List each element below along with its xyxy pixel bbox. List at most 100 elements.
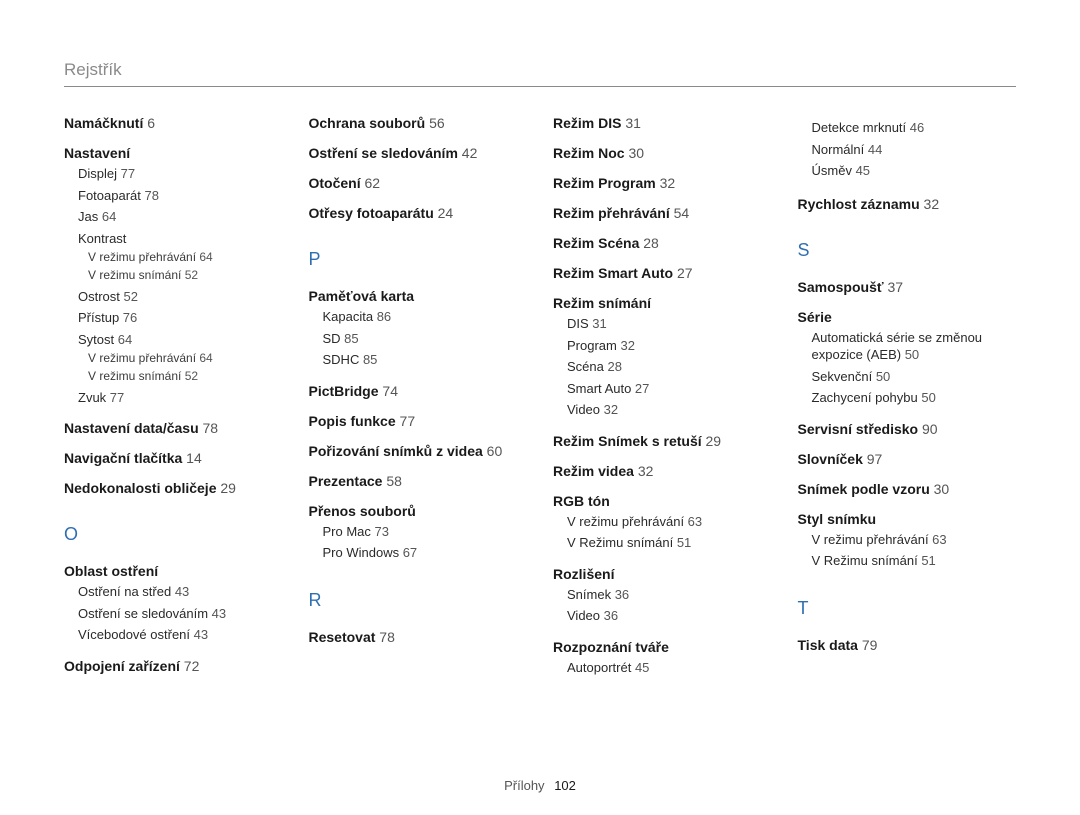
index-subentry: Ostření na střed 43 bbox=[78, 583, 283, 601]
index-entry: Otřesy fotoaparátu 24 bbox=[309, 205, 528, 221]
entry-text: Přístup bbox=[78, 310, 119, 325]
entry-text: Ostření na střed bbox=[78, 584, 171, 599]
entry-text: Oblast ostření bbox=[64, 563, 158, 579]
entry-text: Režim přehrávání bbox=[553, 205, 670, 221]
entry-text: Rozlišení bbox=[553, 566, 614, 582]
index-subentry: Snímek 36 bbox=[567, 586, 772, 604]
entry-text: Video bbox=[567, 608, 600, 623]
entry-text: Sekvenční bbox=[812, 369, 873, 384]
index-subsubentry: V režimu přehrávání 64 bbox=[88, 350, 283, 366]
index-entry: Otočení 62 bbox=[309, 175, 528, 191]
index-section-letter: P bbox=[309, 249, 528, 270]
entry-text: Video bbox=[567, 402, 600, 417]
page-header: Rejstřík bbox=[64, 60, 1016, 87]
index-entry: Režim Noc 30 bbox=[553, 145, 772, 161]
entry-text: Displej bbox=[78, 166, 117, 181]
index-subentry: Ostření se sledováním 43 bbox=[78, 605, 283, 623]
entry-text: Rozpoznání tváře bbox=[553, 639, 669, 655]
index-subentry: Detekce mrknutí 46 bbox=[812, 119, 1017, 137]
index-column-4: Detekce mrknutí 46Normální 44Úsměv 45Ryc… bbox=[798, 115, 1017, 690]
entry-text: V režimu přehrávání bbox=[88, 351, 196, 365]
entry-page: 29 bbox=[702, 433, 721, 449]
page-footer: Přílohy 102 bbox=[0, 778, 1080, 793]
index-entry: Resetovat 78 bbox=[309, 629, 528, 645]
index-subentry: SD 85 bbox=[323, 330, 528, 348]
index-entry: Ostření se sledováním 42 bbox=[309, 145, 528, 161]
entry-text: Smart Auto bbox=[567, 381, 631, 396]
index-entry: Série bbox=[798, 309, 1017, 325]
entry-text: V Režimu snímání bbox=[567, 535, 673, 550]
entry-page: 52 bbox=[120, 289, 138, 304]
index-subentry: V režimu přehrávání 63 bbox=[567, 513, 772, 531]
entry-page: 90 bbox=[918, 421, 937, 437]
index-entry: Režim Scéna 28 bbox=[553, 235, 772, 251]
entry-text: Otočení bbox=[309, 175, 361, 191]
index-subentry: Vícebodové ostření 43 bbox=[78, 626, 283, 644]
entry-page: 85 bbox=[359, 352, 377, 367]
footer-label: Přílohy bbox=[504, 778, 544, 793]
index-section-letter: R bbox=[309, 590, 528, 611]
entry-page: 78 bbox=[375, 629, 394, 645]
entry-page: 85 bbox=[341, 331, 359, 346]
index-section-letter: T bbox=[798, 598, 1017, 619]
index-section-letter: O bbox=[64, 524, 283, 545]
entry-text: V režimu přehrávání bbox=[567, 514, 684, 529]
entry-text: Vícebodové ostření bbox=[78, 627, 190, 642]
entry-page: 50 bbox=[901, 347, 919, 362]
index-entry: Ochrana souborů 56 bbox=[309, 115, 528, 131]
entry-text: Režim Smart Auto bbox=[553, 265, 673, 281]
entry-page: 32 bbox=[920, 196, 939, 212]
entry-text: Ochrana souborů bbox=[309, 115, 426, 131]
entry-page: 62 bbox=[361, 175, 380, 191]
index-entry: PictBridge 74 bbox=[309, 383, 528, 399]
entry-page: 56 bbox=[425, 115, 444, 131]
entry-page: 32 bbox=[617, 338, 635, 353]
entry-page: 31 bbox=[621, 115, 640, 131]
entry-page: 36 bbox=[611, 587, 629, 602]
entry-page: 28 bbox=[604, 359, 622, 374]
index-entry: Tisk data 79 bbox=[798, 637, 1017, 653]
index-entry: Pořizování snímků z videa 60 bbox=[309, 443, 528, 459]
entry-page: 24 bbox=[434, 205, 453, 221]
entry-page: 27 bbox=[631, 381, 649, 396]
entry-page: 36 bbox=[600, 608, 618, 623]
entry-text: Otřesy fotoaparátu bbox=[309, 205, 434, 221]
entry-page: 30 bbox=[625, 145, 644, 161]
entry-text: V režimu snímání bbox=[88, 369, 181, 383]
entry-page: 77 bbox=[117, 166, 135, 181]
index-entry: Nastavení data/času 78 bbox=[64, 420, 283, 436]
index-column-1: Namáčknutí 6NastaveníDisplej 77Fotoapará… bbox=[64, 115, 283, 690]
index-subentry: Kapacita 86 bbox=[323, 308, 528, 326]
entry-text: Snímek podle vzoru bbox=[798, 481, 930, 497]
entry-text: Automatická série se změnou expozice (AE… bbox=[812, 330, 983, 363]
index-subentry: SDHC 85 bbox=[323, 351, 528, 369]
entry-text: RGB tón bbox=[553, 493, 610, 509]
entry-page: 31 bbox=[589, 316, 607, 331]
index-entry: Rychlost záznamu 32 bbox=[798, 196, 1017, 212]
entry-page: 43 bbox=[208, 606, 226, 621]
index-column-3: Režim DIS 31Režim Noc 30Režim Program 32… bbox=[553, 115, 772, 690]
entry-page: 29 bbox=[216, 480, 235, 496]
entry-page: 79 bbox=[858, 637, 877, 653]
index-subentry: Jas 64 bbox=[78, 208, 283, 226]
index-column-2: Ochrana souborů 56 Ostření se sledováním … bbox=[309, 115, 528, 690]
entry-text: Zachycení pohybu bbox=[812, 390, 918, 405]
index-subentry: Autoportrét 45 bbox=[567, 659, 772, 677]
entry-text: V Režimu snímání bbox=[812, 553, 918, 568]
index-entry: Režim Program 32 bbox=[553, 175, 772, 191]
entry-page: 42 bbox=[458, 145, 477, 161]
entry-page: 32 bbox=[656, 175, 675, 191]
entry-text: Rychlost záznamu bbox=[798, 196, 920, 212]
entry-text: DIS bbox=[567, 316, 589, 331]
entry-page: 28 bbox=[639, 235, 658, 251]
entry-page: 86 bbox=[373, 309, 391, 324]
entry-text: Zvuk bbox=[78, 390, 106, 405]
entry-page: 77 bbox=[106, 390, 124, 405]
index-subsubentry: V režimu snímání 52 bbox=[88, 267, 283, 283]
index-entry: Rozpoznání tváře bbox=[553, 639, 772, 655]
entry-page: 45 bbox=[631, 660, 649, 675]
index-entry: Režim Snímek s retuší 29 bbox=[553, 433, 772, 449]
entry-page: 74 bbox=[379, 383, 398, 399]
index-section-letter: S bbox=[798, 240, 1017, 261]
entry-page: 60 bbox=[483, 443, 502, 459]
